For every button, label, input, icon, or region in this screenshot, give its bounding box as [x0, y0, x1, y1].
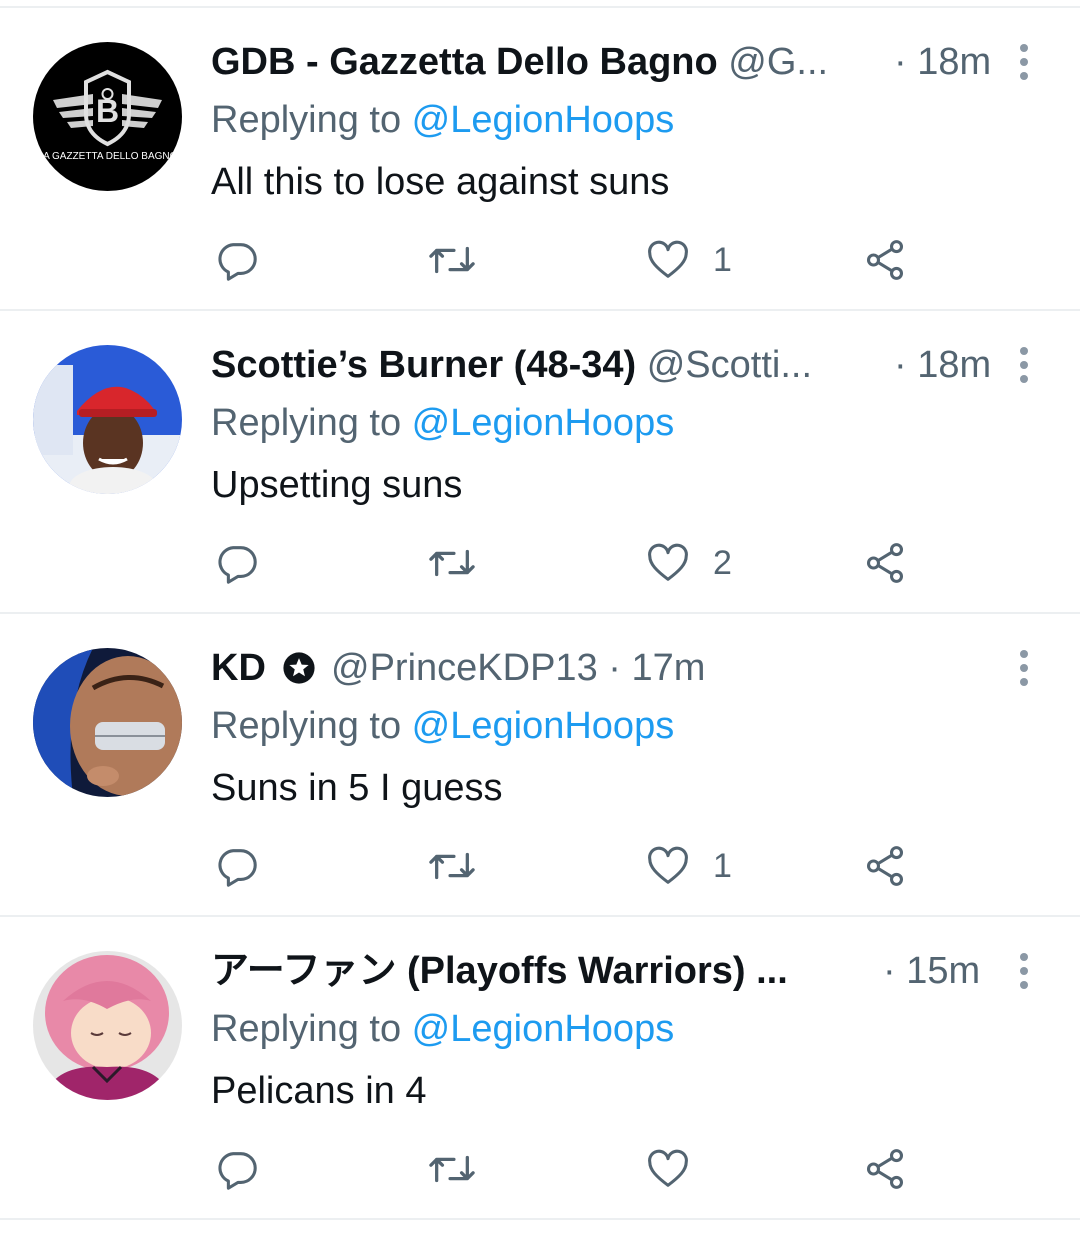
- like-button[interactable]: 1: [645, 236, 732, 284]
- heart-icon: [648, 846, 688, 884]
- tweet-text: Pelicans in 4: [211, 1070, 427, 1112]
- share-button[interactable]: [862, 236, 908, 284]
- timestamp[interactable]: · 17m: [608, 647, 705, 689]
- reply-tweet[interactable]: Scottie’s Burner (48-34) @Scotti... · 18…: [0, 311, 1080, 614]
- more-vertical-icon[interactable]: [1014, 42, 1034, 82]
- tweet-text: All this to lose against suns: [211, 161, 670, 203]
- retweet-icon: [429, 549, 475, 577]
- display-name[interactable]: GDB - Gazzetta Dello Bagno: [211, 41, 718, 83]
- avatar-caption: LA GAZZETTA DELLO BAGNO: [38, 151, 178, 162]
- tweet-text: Suns in 5 I guess: [211, 767, 503, 809]
- user-handle[interactable]: @G...: [728, 41, 828, 83]
- retweet-icon: [429, 852, 475, 880]
- share-button[interactable]: [862, 842, 908, 890]
- heart-icon: [648, 240, 688, 278]
- reply-icon: [218, 1152, 257, 1190]
- share-icon: [866, 1149, 904, 1189]
- reply-tweet[interactable]: B LA GAZZETTA DELLO BAGNO GDB - Gazzetta…: [0, 8, 1080, 311]
- replying-label: Replying to: [211, 99, 412, 141]
- reply-button[interactable]: [214, 236, 260, 284]
- heart-icon: [648, 543, 688, 581]
- like-count: 2: [713, 543, 732, 582]
- replying-to-line: Replying to @LegionHoops: [211, 92, 674, 148]
- replying-to-line: Replying to @LegionHoops: [211, 395, 674, 451]
- mention-link[interactable]: @LegionHoops: [412, 705, 675, 747]
- like-count: 1: [713, 846, 732, 885]
- user-handle[interactable]: @PrinceKDP13: [331, 647, 598, 689]
- more-vertical-icon[interactable]: [1014, 951, 1034, 991]
- tweet-text: Upsetting suns: [211, 464, 463, 506]
- share-button[interactable]: [862, 1145, 908, 1193]
- more-vertical-icon[interactable]: [1014, 345, 1034, 385]
- star-badge-icon: [283, 652, 316, 684]
- more-vertical-icon[interactable]: [1014, 648, 1034, 688]
- reply-icon: [218, 546, 257, 584]
- retweet-button[interactable]: [426, 236, 478, 284]
- share-icon: [866, 543, 904, 583]
- mention-link[interactable]: @LegionHoops: [412, 99, 675, 141]
- avatar[interactable]: B LA GAZZETTA DELLO BAGNO: [33, 42, 182, 191]
- mention-link[interactable]: @LegionHoops: [412, 402, 675, 444]
- timestamp[interactable]: · 15m: [883, 943, 980, 999]
- tweet-header: GDB - Gazzetta Dello Bagno @G... · 18m: [211, 34, 1001, 90]
- share-button[interactable]: [862, 539, 908, 587]
- replying-label: Replying to: [211, 402, 412, 444]
- reply-icon: [218, 243, 257, 281]
- tweet-header: KD @PrinceKDP13 · 17m: [211, 640, 1001, 696]
- reply-icon: [218, 849, 257, 887]
- replying-label: Replying to: [211, 1008, 412, 1050]
- heart-icon: [648, 1149, 688, 1187]
- timestamp[interactable]: · 18m: [894, 34, 991, 90]
- like-count: 1: [713, 240, 732, 279]
- reply-tweet[interactable]: KD @PrinceKDP13 · 17m Replying to @Legio…: [0, 614, 1080, 917]
- mention-link[interactable]: @LegionHoops: [412, 1008, 675, 1050]
- display-name[interactable]: Scottie’s Burner (48-34): [211, 344, 636, 386]
- retweet-icon: [429, 246, 475, 274]
- share-icon: [866, 846, 904, 886]
- replying-label: Replying to: [211, 705, 412, 747]
- like-button[interactable]: 2: [645, 539, 732, 587]
- tweet-header: Scottie’s Burner (48-34) @Scotti... · 18…: [211, 337, 1001, 393]
- like-button[interactable]: [645, 1145, 713, 1193]
- timestamp[interactable]: · 18m: [894, 337, 991, 393]
- avatar[interactable]: [33, 345, 182, 494]
- retweet-button[interactable]: [426, 842, 478, 890]
- avatar[interactable]: [33, 951, 182, 1100]
- like-button[interactable]: 1: [645, 842, 732, 890]
- replying-to-line: Replying to @LegionHoops: [211, 1001, 674, 1057]
- retweet-icon: [429, 1155, 475, 1183]
- replying-to-line: Replying to @LegionHoops: [211, 698, 674, 754]
- retweet-button[interactable]: [426, 539, 478, 587]
- reply-feed: B LA GAZZETTA DELLO BAGNO GDB - Gazzetta…: [0, 8, 1080, 1220]
- tweet-header: アーファン (Playoffs Warriors) ... · 15m: [211, 943, 1001, 999]
- display-name[interactable]: アーファン (Playoffs Warriors) ...: [211, 950, 788, 992]
- user-handle[interactable]: @Scotti...: [647, 344, 812, 386]
- reply-button[interactable]: [214, 539, 260, 587]
- reply-tweet[interactable]: アーファン (Playoffs Warriors) ... · 15m Repl…: [0, 917, 1080, 1220]
- reply-button[interactable]: [214, 1145, 260, 1193]
- reply-button[interactable]: [214, 842, 260, 890]
- retweet-button[interactable]: [426, 1145, 478, 1193]
- share-icon: [866, 240, 904, 280]
- display-name[interactable]: KD: [211, 647, 266, 689]
- avatar[interactable]: [33, 648, 182, 797]
